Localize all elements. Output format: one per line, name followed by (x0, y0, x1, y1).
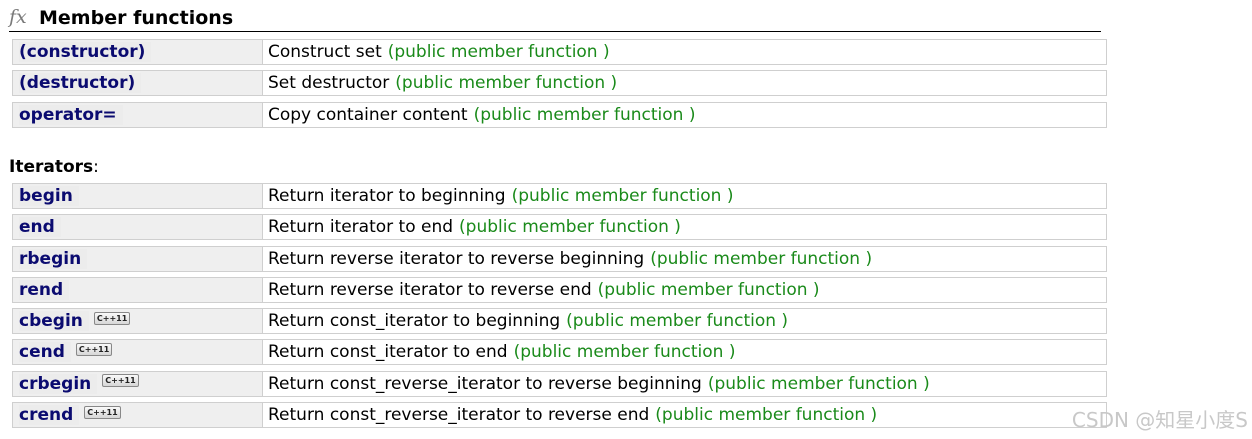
member-name-link[interactable]: crend (19, 405, 80, 426)
table-row: end Return iterator to end (public membe… (12, 214, 1107, 241)
table-row: operator= Copy container content (public… (12, 101, 1107, 128)
member-name-cell: begin (13, 184, 263, 208)
cxx11-badge-icon: C++11 (84, 405, 121, 419)
iterators-label-colon: : (93, 157, 99, 177)
member-kind: (public member function ) (513, 342, 736, 363)
member-name-link[interactable]: end (19, 217, 61, 238)
member-description: Copy container content (268, 104, 468, 125)
table-row: (constructor) Construct set (public memb… (12, 39, 1107, 65)
member-kind: (public member function ) (473, 104, 696, 125)
member-description-cell: Return const_reverse_iterator to reverse… (263, 372, 1106, 396)
table-row: rend Return reverse iterator to reverse … (12, 276, 1107, 303)
iterators-table: begin Return iterator to beginning (publ… (12, 183, 1107, 433)
member-name-cell: cbegin C++11 (13, 309, 263, 334)
member-name-link[interactable]: begin (19, 186, 79, 206)
table-row: begin Return iterator to beginning (publ… (12, 183, 1107, 209)
member-name-cell: cend C++11 (13, 340, 263, 365)
member-description: Return reverse iterator to reverse begin… (268, 248, 645, 269)
iterators-label-text: Iterators (9, 157, 94, 177)
member-name-link[interactable]: rbegin (19, 248, 88, 269)
member-kind: (public member function ) (707, 373, 930, 394)
member-kind: (public member function ) (655, 405, 878, 426)
member-kind: (public member function ) (597, 279, 820, 300)
section-title: Member functions (39, 6, 234, 29)
member-name-cell: rbegin (13, 246, 263, 271)
watermark: CSDN @知星小度S (1071, 408, 1248, 432)
cxx11-badge-icon: C++11 (75, 342, 113, 356)
cxx11-badge-icon: C++11 (102, 374, 139, 388)
member-name-link[interactable]: crbegin (19, 373, 98, 394)
table-row: crbegin C++11 Return const_reverse_itera… (12, 370, 1107, 397)
cxx11-badge-icon: C++11 (93, 311, 131, 325)
member-name-cell: crend C++11 (13, 403, 263, 428)
member-name-cell: (destructor) (13, 71, 263, 96)
member-description-cell: Return iterator to beginning (public mem… (263, 184, 1106, 208)
member-description-cell: Return reverse iterator to reverse begin… (263, 247, 1106, 271)
member-description-cell: Return const_reverse_iterator to reverse… (263, 403, 1106, 427)
member-functions-header: fx Member functions (9, 4, 1101, 32)
table-row: rbegin Return reverse iterator to revers… (12, 245, 1107, 272)
table-row: crend C++11 Return const_reverse_iterato… (12, 402, 1107, 429)
member-description: Construct set (268, 42, 382, 62)
member-description: Set destructor (268, 73, 390, 94)
member-name-cell: end (13, 215, 263, 240)
member-kind: (public member function ) (650, 248, 873, 269)
member-kind: (public member function ) (566, 311, 789, 332)
member-kind: (public member function ) (387, 42, 610, 62)
member-name-link[interactable]: (destructor) (19, 73, 142, 94)
member-description-cell: Copy container content (public member fu… (263, 103, 1106, 127)
member-name-cell: operator= (13, 102, 263, 127)
member-description-cell: Construct set (public member function ) (263, 40, 1106, 64)
member-description: Return const_reverse_iterator to reverse… (268, 373, 702, 394)
page: fx Member functions (constructor) Constr… (0, 0, 1252, 439)
member-name-cell: rend (13, 277, 263, 302)
member-functions-table: (constructor) Construct set (public memb… (12, 39, 1107, 133)
iterators-label: Iterators: (9, 157, 99, 177)
member-description-cell: Return const_iterator to end (public mem… (263, 340, 1106, 364)
member-name-cell: crbegin C++11 (13, 371, 263, 396)
member-name-cell: (constructor) (13, 40, 263, 64)
member-kind: (public member function ) (511, 186, 734, 206)
member-description-cell: Return reverse iterator to reverse end (… (263, 278, 1106, 302)
member-name-link[interactable]: cend (19, 342, 71, 363)
member-name-link[interactable]: rend (19, 279, 70, 300)
table-row: cbegin C++11 Return const_iterator to be… (12, 308, 1107, 335)
member-description-cell: Return iterator to end (public member fu… (263, 215, 1106, 239)
member-description: Return const_reverse_iterator to reverse… (268, 405, 650, 426)
member-description-cell: Set destructor (public member function ) (263, 71, 1106, 95)
member-name-link[interactable]: (constructor) (19, 42, 152, 62)
member-description: Return iterator to beginning (268, 186, 506, 206)
member-description: Return const_iterator to beginning (268, 311, 561, 332)
member-kind: (public member function ) (395, 73, 618, 94)
member-description-cell: Return const_iterator to beginning (publ… (263, 309, 1106, 333)
member-description: Return reverse iterator to reverse end (268, 279, 592, 300)
member-description: Return iterator to end (268, 217, 454, 238)
member-kind: (public member function ) (459, 217, 681, 238)
fx-icon: fx (9, 6, 27, 28)
member-description: Return const_iterator to end (268, 342, 508, 363)
member-name-link[interactable]: cbegin (19, 311, 89, 332)
member-name-link[interactable]: operator= (19, 104, 123, 125)
table-row: (destructor) Set destructor (public memb… (12, 70, 1107, 97)
table-row: cend C++11 Return const_iterator to end … (12, 339, 1107, 366)
